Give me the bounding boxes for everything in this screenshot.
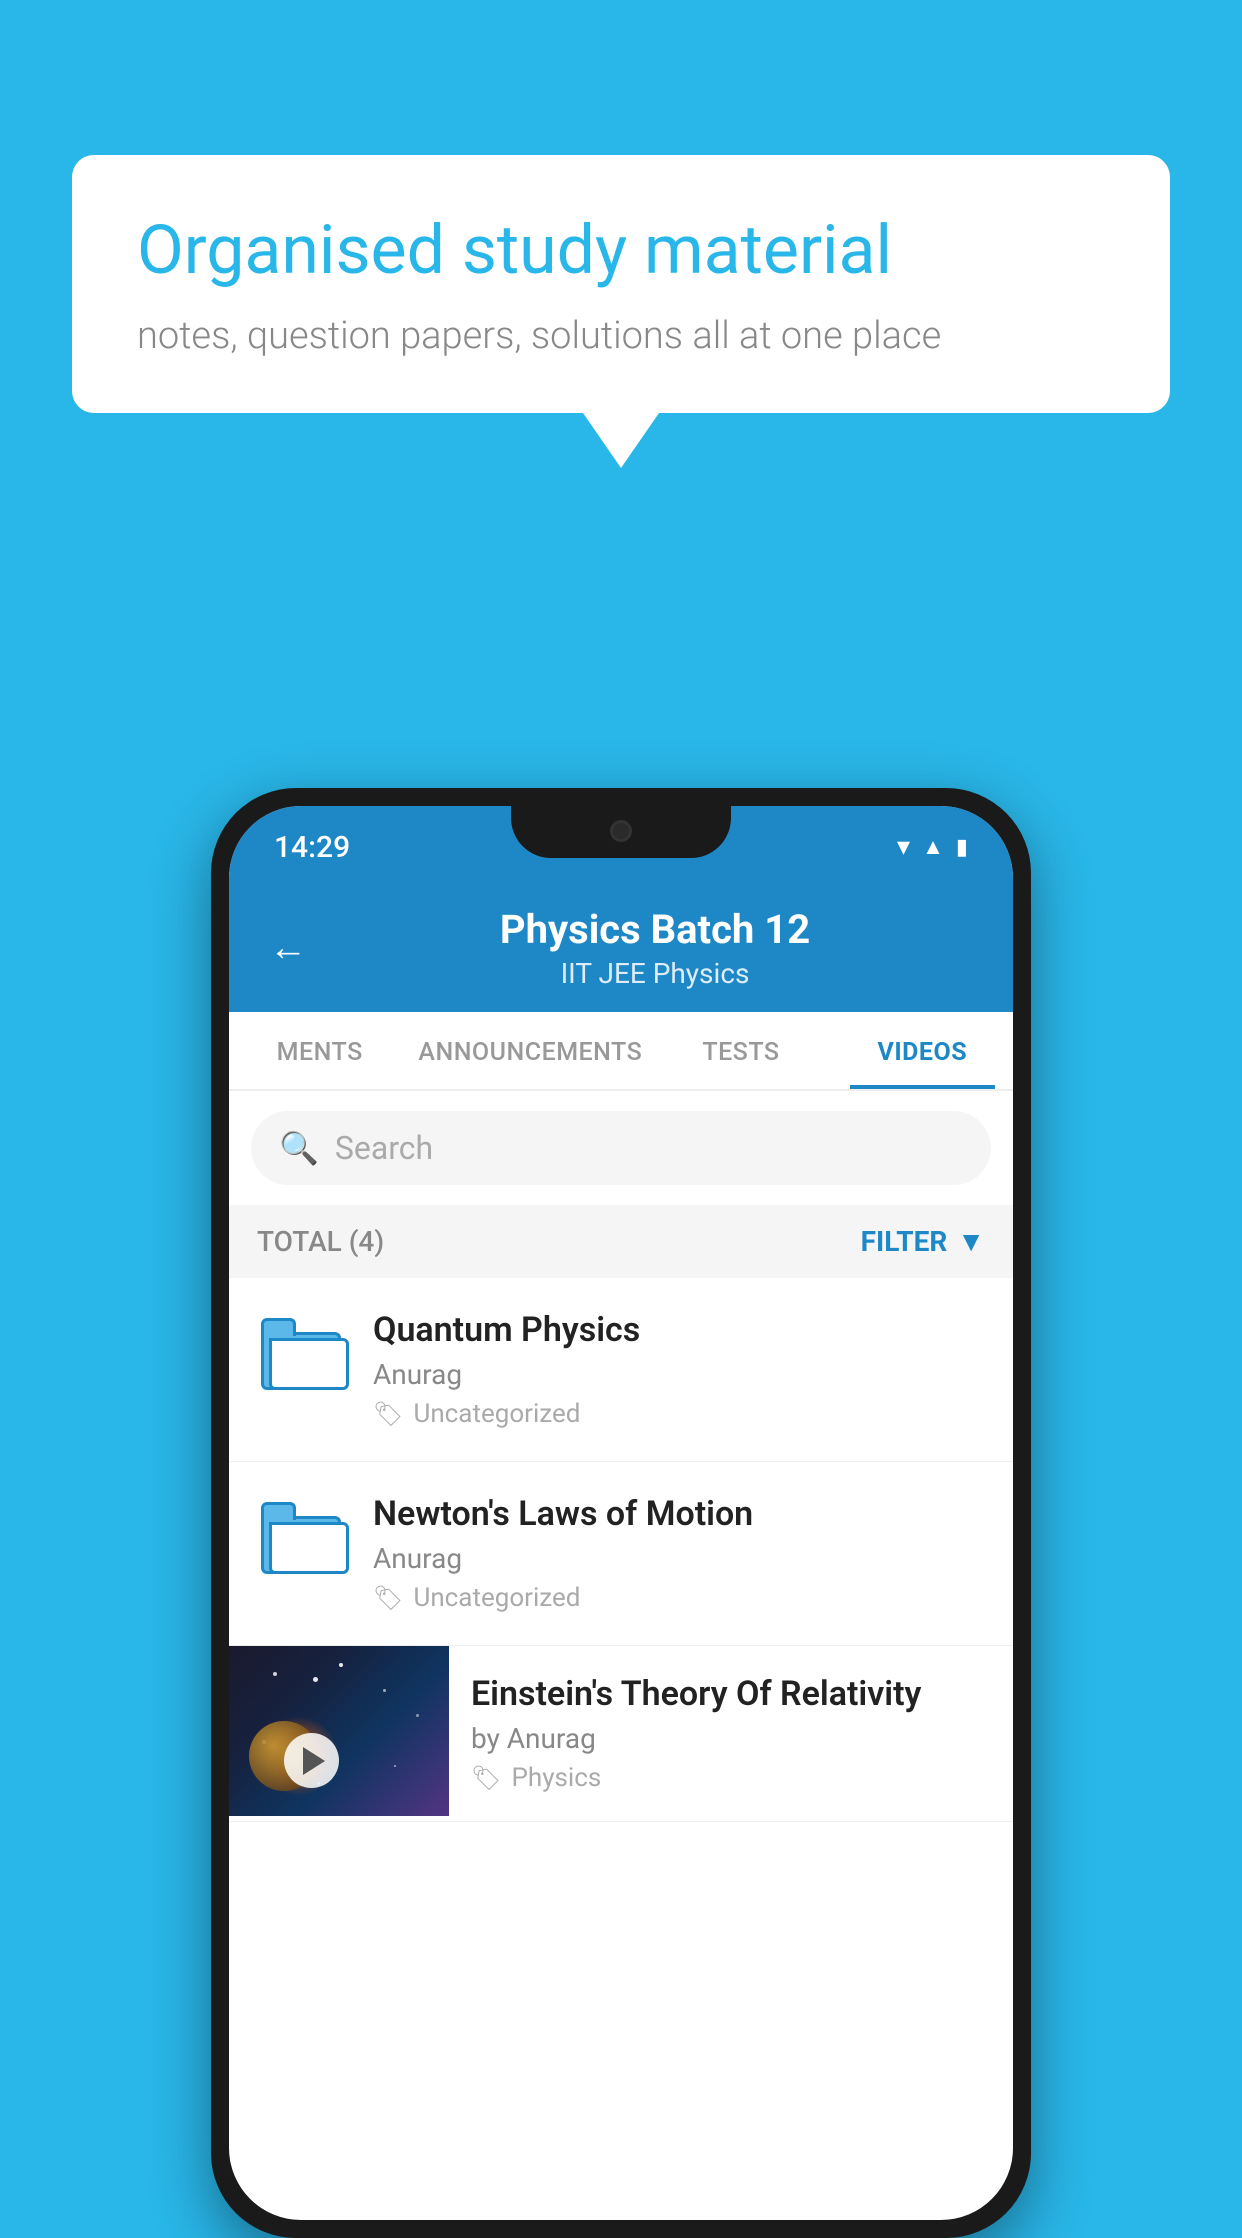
phone-frame: 14:29 ▾ ▲ ▮ ← Physics Batch 12 IIT JEE P…: [211, 788, 1031, 2238]
play-button[interactable]: [284, 1733, 339, 1788]
tab-announcements[interactable]: ANNOUNCEMENTS: [410, 1012, 650, 1089]
phone-screen: 14:29 ▾ ▲ ▮ ← Physics Batch 12 IIT JEE P…: [229, 806, 1013, 2220]
search-icon: 🔍: [279, 1129, 319, 1167]
tag-icon: 🏷: [471, 1764, 501, 1792]
video-author: by Anurag: [471, 1722, 991, 1755]
video-tag: 🏷 Uncategorized: [373, 1583, 985, 1613]
video-info-3: Einstein's Theory Of Relativity by Anura…: [449, 1646, 1013, 1821]
list-item[interactable]: Newton's Laws of Motion Anurag 🏷 Uncateg…: [229, 1462, 1013, 1646]
video-info-2: Newton's Laws of Motion Anurag 🏷 Uncateg…: [373, 1494, 985, 1613]
tabs-bar: MENTS ANNOUNCEMENTS TESTS VIDEOS: [229, 1012, 1013, 1091]
speech-bubble-arrow: [583, 413, 659, 468]
status-time: 14:29: [274, 830, 350, 865]
phone-notch: [511, 806, 731, 858]
speech-bubble-container: Organised study material notes, question…: [72, 155, 1170, 468]
video-title: Quantum Physics: [373, 1310, 985, 1350]
phone-camera: [610, 820, 632, 842]
signal-icon: ▲: [922, 834, 944, 860]
header-subtitle: IIT JEE Physics: [337, 957, 973, 990]
wifi-icon: ▾: [897, 832, 910, 862]
filter-funnel-icon: ▼: [957, 1225, 985, 1258]
header-title: Physics Batch 12: [337, 906, 973, 953]
search-container: 🔍 Search: [229, 1091, 1013, 1205]
list-item[interactable]: Einstein's Theory Of Relativity by Anura…: [229, 1646, 1013, 1822]
tag-icon: 🏷: [373, 1584, 403, 1612]
back-button[interactable]: ←: [269, 926, 307, 970]
folder-icon-inner: [261, 1318, 341, 1390]
total-count: TOTAL (4): [257, 1225, 384, 1258]
video-tag: 🏷 Physics: [471, 1763, 991, 1793]
tag-icon: 🏷: [373, 1400, 403, 1428]
video-info-1: Quantum Physics Anurag 🏷 Uncategorized: [373, 1310, 985, 1429]
video-title: Einstein's Theory Of Relativity: [471, 1674, 991, 1714]
tab-tests[interactable]: TESTS: [650, 1012, 831, 1089]
folder-icon-inner: [261, 1502, 341, 1574]
battery-icon: ▮: [956, 835, 968, 860]
filter-row: TOTAL (4) FILTER ▼: [229, 1205, 1013, 1278]
status-icons: ▾ ▲ ▮: [897, 832, 968, 862]
video-tag: 🏷 Uncategorized: [373, 1399, 985, 1429]
tab-videos[interactable]: VIDEOS: [832, 1012, 1013, 1089]
video-list: Quantum Physics Anurag 🏷 Uncategorized: [229, 1278, 1013, 1822]
video-thumbnail: [229, 1646, 449, 1816]
tab-ments[interactable]: MENTS: [229, 1012, 410, 1089]
speech-bubble: Organised study material notes, question…: [72, 155, 1170, 413]
folder-icon-1: [257, 1310, 345, 1398]
speech-bubble-subtitle: notes, question papers, solutions all at…: [137, 314, 1105, 358]
search-bar[interactable]: 🔍 Search: [251, 1111, 991, 1185]
list-item[interactable]: Quantum Physics Anurag 🏷 Uncategorized: [229, 1278, 1013, 1462]
app-header: ← Physics Batch 12 IIT JEE Physics: [229, 878, 1013, 1012]
video-author: Anurag: [373, 1358, 985, 1391]
folder-icon-2: [257, 1494, 345, 1582]
header-title-block: Physics Batch 12 IIT JEE Physics: [337, 906, 973, 990]
video-author: Anurag: [373, 1542, 985, 1575]
filter-button[interactable]: FILTER ▼: [861, 1225, 985, 1258]
speech-bubble-title: Organised study material: [137, 210, 1105, 292]
play-icon: [303, 1747, 325, 1775]
search-input[interactable]: Search: [335, 1129, 433, 1167]
video-title: Newton's Laws of Motion: [373, 1494, 985, 1534]
